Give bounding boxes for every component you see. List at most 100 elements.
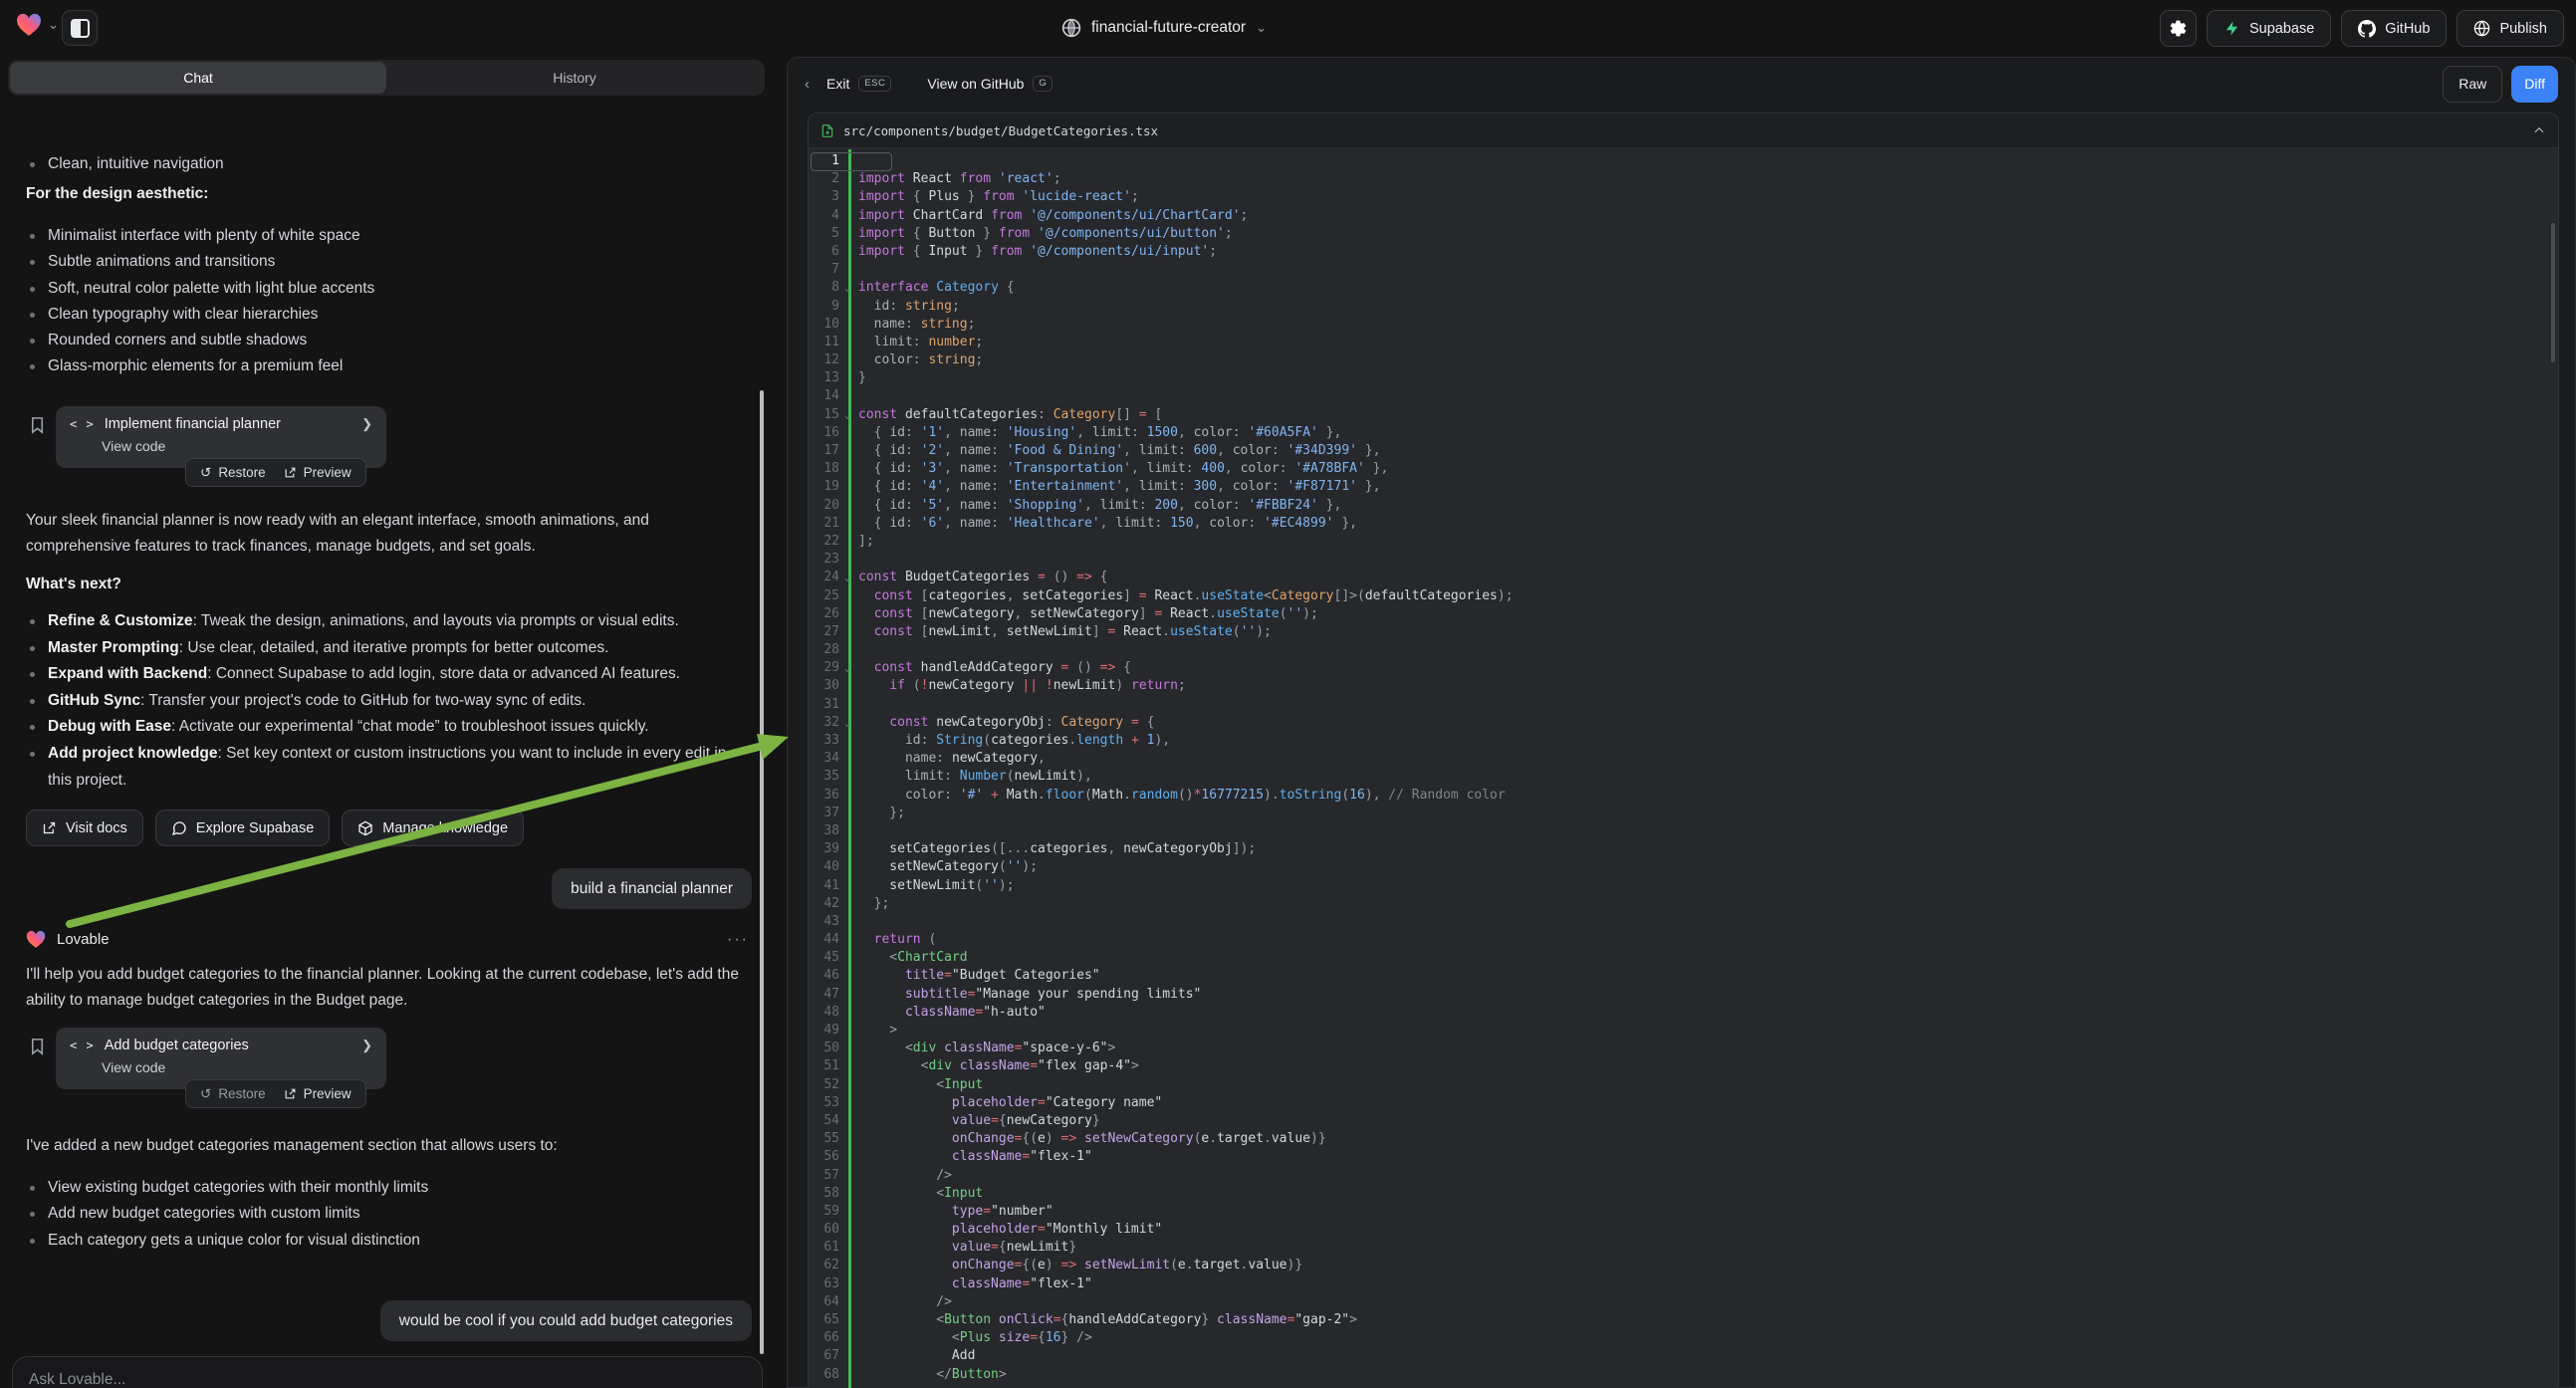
bookmark-icon[interactable] (28, 414, 47, 436)
code-line[interactable]: 31 (809, 696, 2558, 714)
code-line[interactable]: 44 return ( (809, 931, 2558, 949)
visit-docs-button[interactable]: Visit docs (26, 810, 143, 846)
code-line[interactable]: 6import { Input } from '@/components/ui/… (809, 243, 2558, 261)
file-header[interactable]: src/components/budget/BudgetCategories.t… (809, 114, 2558, 148)
sidebar-toggle-button[interactable] (62, 10, 98, 46)
code-line[interactable]: 10 name: string; (809, 316, 2558, 334)
code-line[interactable]: 65 <Button onClick={handleAddCategory} c… (809, 1311, 2558, 1329)
code-line[interactable]: 9 id: string; (809, 298, 2558, 316)
code-line[interactable]: 46 title="Budget Categories" (809, 967, 2558, 985)
code-line[interactable]: 52 <Input (809, 1076, 2558, 1094)
code-line[interactable]: 26 const [newCategory, setNewCategory] =… (809, 605, 2558, 623)
code-line[interactable]: 68 </Button> (809, 1366, 2558, 1384)
tab-chat[interactable]: Chat (10, 62, 386, 94)
code-line[interactable]: 43 (809, 913, 2558, 931)
code-line[interactable]: 11 limit: number; (809, 334, 2558, 351)
code-line[interactable]: 5import { Button } from '@/components/ui… (809, 225, 2558, 243)
supabase-button[interactable]: Supabase (2207, 10, 2331, 47)
code-line[interactable]: 13} (809, 369, 2558, 387)
code-line[interactable]: 27 const [newLimit, setNewLimit] = React… (809, 623, 2558, 641)
code-line[interactable]: 55 onChange={(e) => setNewCategory(e.tar… (809, 1130, 2558, 1148)
code-line[interactable]: 38 (809, 822, 2558, 840)
code-line[interactable]: 14 (809, 387, 2558, 405)
code-scrollbar[interactable] (2551, 223, 2555, 362)
view-code-link[interactable]: View code (102, 1059, 372, 1075)
code-line[interactable]: 59 type="number" (809, 1203, 2558, 1221)
chat-composer[interactable]: Attach Edit Default ⌄ ↑ (12, 1356, 763, 1388)
code-line[interactable]: 37 }; (809, 805, 2558, 822)
code-line[interactable]: 62 onChange={(e) => setNewLimit(e.target… (809, 1257, 2558, 1274)
code-line[interactable]: 47 subtitle="Manage your spending limits… (809, 986, 2558, 1004)
code-line[interactable]: 60 placeholder="Monthly limit" (809, 1221, 2558, 1239)
code-line[interactable]: 1 (809, 152, 2558, 170)
code-line[interactable]: 58 <Input (809, 1185, 2558, 1203)
explore-supabase-button[interactable]: Explore Supabase (155, 810, 331, 846)
code-line[interactable]: 3import { Plus } from 'lucide-react'; (809, 188, 2558, 206)
tab-history[interactable]: History (386, 62, 763, 94)
preview-button[interactable]: Preview (284, 1086, 351, 1101)
manage-knowledge-button[interactable]: Manage knowledge (342, 810, 524, 846)
code-line[interactable]: 48 className="h-auto" (809, 1004, 2558, 1022)
code-line[interactable]: 23 (809, 551, 2558, 569)
code-line[interactable]: 17 { id: '2', name: 'Food & Dining', lim… (809, 442, 2558, 460)
code-line[interactable]: 29⌄ const handleAddCategory = () => { (809, 659, 2558, 677)
code-line[interactable]: 22]; (809, 533, 2558, 551)
publish-button[interactable]: Publish (2457, 10, 2564, 47)
code-line[interactable]: 8⌄interface Category { (809, 279, 2558, 297)
code-line[interactable]: 18 { id: '3', name: 'Transportation', li… (809, 460, 2558, 478)
lovable-logo-icon[interactable] (16, 13, 42, 37)
view-on-github-button[interactable]: View on GitHub G (927, 76, 1053, 93)
preview-button[interactable]: Preview (284, 465, 351, 480)
code-line[interactable]: 19 { id: '4', name: 'Entertainment', lim… (809, 478, 2558, 496)
code-line[interactable]: 21 { id: '6', name: 'Healthcare', limit:… (809, 515, 2558, 533)
code-line[interactable]: 15⌄const defaultCategories: Category[] =… (809, 406, 2558, 424)
project-switcher[interactable]: financial-future-creator ⌄ (1054, 11, 1275, 45)
code-line[interactable]: 56 className="flex-1" (809, 1148, 2558, 1166)
code-editor[interactable]: 12import React from 'react';3import { Pl… (809, 149, 2558, 1388)
code-line[interactable]: 4import ChartCard from '@/components/ui/… (809, 207, 2558, 225)
code-line[interactable]: 50 <div className="space-y-6"> (809, 1040, 2558, 1057)
more-options-icon[interactable]: ··· (727, 931, 749, 949)
chevron-down-icon[interactable]: ⌄ (48, 17, 59, 33)
code-line[interactable]: 54 value={newCategory} (809, 1112, 2558, 1130)
code-line[interactable]: 45 <ChartCard (809, 949, 2558, 967)
code-line[interactable]: 28 (809, 641, 2558, 659)
restore-button[interactable]: ↺Restore (200, 1086, 266, 1102)
code-line[interactable]: 35 limit: Number(newLimit), (809, 768, 2558, 786)
code-line[interactable]: 34 name: newCategory, (809, 750, 2558, 768)
code-line[interactable]: 64 /> (809, 1293, 2558, 1311)
code-line[interactable]: 63 className="flex-1" (809, 1275, 2558, 1293)
code-line[interactable]: 49 > (809, 1022, 2558, 1040)
code-line[interactable]: 66 <Plus size={16} /> (809, 1329, 2558, 1347)
code-line[interactable]: 51 <div className="flex gap-4"> (809, 1057, 2558, 1075)
restore-button[interactable]: ↺Restore (200, 465, 266, 481)
code-line[interactable]: 53 placeholder="Category name" (809, 1094, 2558, 1112)
code-line[interactable]: 20 { id: '5', name: 'Shopping', limit: 2… (809, 497, 2558, 515)
exit-button[interactable]: ‹ Exit ESC (805, 76, 891, 93)
chat-input[interactable] (29, 1371, 746, 1388)
code-line[interactable]: 24⌄const BudgetCategories = () => { (809, 569, 2558, 586)
code-line[interactable]: 42 }; (809, 895, 2558, 913)
code-line[interactable]: 36 color: '#' + Math.floor(Math.random()… (809, 787, 2558, 805)
code-line[interactable]: 25 const [categories, setCategories] = R… (809, 587, 2558, 605)
code-line[interactable]: 12 color: string; (809, 351, 2558, 369)
settings-button[interactable] (2160, 10, 2197, 47)
code-line[interactable]: 33 id: String(categories.length + 1), (809, 732, 2558, 750)
code-line[interactable]: 57 /> (809, 1167, 2558, 1185)
code-line[interactable]: 67 Add (809, 1347, 2558, 1365)
code-line[interactable]: 32⌄ const newCategoryObj: Category = { (809, 714, 2558, 732)
code-line[interactable]: 61 value={newLimit} (809, 1239, 2558, 1257)
chat-scrollbar[interactable] (760, 390, 764, 1354)
diff-toggle-button[interactable]: Diff (2511, 66, 2558, 103)
bookmark-icon[interactable] (28, 1036, 47, 1057)
code-line[interactable]: 16 { id: '1', name: 'Housing', limit: 15… (809, 424, 2558, 442)
code-line[interactable]: 7 (809, 261, 2558, 279)
code-line[interactable]: 41 setNewLimit(''); (809, 877, 2558, 895)
code-line[interactable]: 39 setCategories([...categories, newCate… (809, 840, 2558, 858)
view-code-link[interactable]: View code (102, 438, 372, 454)
raw-toggle-button[interactable]: Raw (2443, 66, 2502, 103)
code-line[interactable]: 30 if (!newCategory || !newLimit) return… (809, 677, 2558, 695)
github-button[interactable]: GitHub (2341, 10, 2447, 47)
collapse-file-button[interactable] (2532, 123, 2546, 137)
code-line[interactable]: 2import React from 'react'; (809, 170, 2558, 188)
